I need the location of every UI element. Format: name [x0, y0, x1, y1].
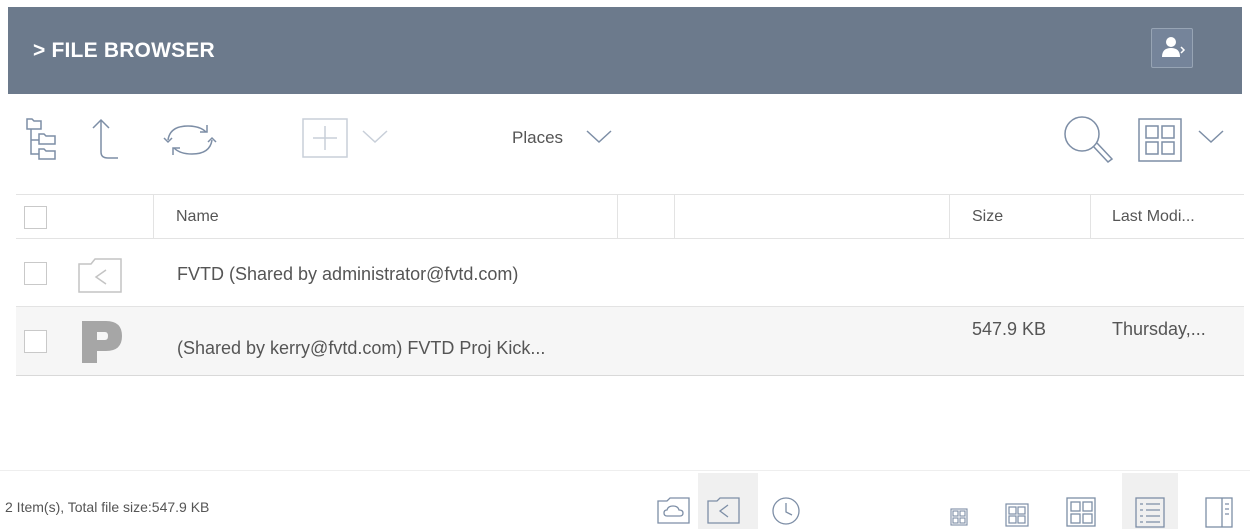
column-divider [674, 195, 675, 239]
file-modified: Thursday,... [1112, 319, 1206, 339]
shared-folder-icon [78, 258, 122, 293]
toolbar: Places [0, 94, 1250, 184]
recent-clock-icon [772, 497, 800, 525]
preview-pane-button[interactable] [1194, 473, 1244, 529]
file-name[interactable]: FVTD (Shared by administrator@fvtd.com) [177, 264, 518, 285]
powerpoint-file-icon [82, 321, 122, 363]
up-arrow-icon[interactable] [88, 116, 128, 164]
places-chevron-icon[interactable] [584, 128, 614, 146]
shared-folder-button[interactable] [698, 473, 758, 529]
user-menu-button[interactable] [1151, 28, 1193, 68]
folder-tree-icon[interactable] [24, 116, 68, 162]
cloud-folder-button[interactable] [654, 473, 694, 529]
column-divider [949, 195, 950, 239]
table-row[interactable]: (Shared by kerry@fvtd.com) FVTD Proj Kic… [16, 307, 1244, 376]
large-grid-button[interactable] [1060, 473, 1100, 529]
column-header-name[interactable]: Name [176, 208, 219, 226]
view-chevron-icon[interactable] [1196, 128, 1226, 146]
app-header: > FILE BROWSER [8, 7, 1242, 94]
file-size: 547.9 KB [972, 319, 1047, 339]
table-header: Name Size Last Modi... [16, 194, 1244, 239]
column-divider [617, 195, 618, 239]
user-arrow-icon [1162, 37, 1186, 57]
table-row[interactable]: FVTD (Shared by administrator@fvtd.com) [16, 239, 1244, 307]
column-header-modified[interactable]: Last Modi... [1112, 208, 1195, 226]
list-view-icon [1135, 497, 1165, 528]
preview-pane-icon [1205, 497, 1233, 528]
select-all-checkbox[interactable] [24, 206, 47, 229]
medium-grid-icon [1005, 503, 1029, 527]
row-checkbox[interactable] [24, 330, 47, 353]
add-icon[interactable] [302, 118, 348, 158]
status-summary: 2 Item(s), Total file size:547.9 KB [5, 499, 210, 515]
small-grid-icon [950, 508, 968, 526]
chevron-down-icon[interactable] [360, 128, 390, 146]
column-divider [153, 195, 154, 239]
medium-grid-button[interactable] [996, 473, 1036, 529]
refresh-icon[interactable] [160, 118, 220, 162]
status-bar: 2 Item(s), Total file size:547.9 KB [0, 470, 1250, 529]
search-icon[interactable] [1060, 112, 1116, 168]
shared-folder-icon [707, 497, 740, 524]
places-dropdown-label[interactable]: Places [512, 128, 563, 148]
recent-button[interactable] [764, 473, 804, 529]
row-checkbox[interactable] [24, 262, 47, 285]
file-name[interactable]: (Shared by kerry@fvtd.com) FVTD Proj Kic… [177, 338, 545, 359]
list-view-button[interactable] [1122, 473, 1178, 529]
page-title: > FILE BROWSER [33, 39, 215, 62]
column-divider [1090, 195, 1091, 239]
grid-view-icon[interactable] [1138, 118, 1182, 162]
small-grid-button[interactable] [935, 473, 975, 529]
large-grid-icon [1066, 497, 1096, 527]
column-header-size[interactable]: Size [972, 208, 1003, 226]
cloud-folder-icon [657, 497, 690, 524]
